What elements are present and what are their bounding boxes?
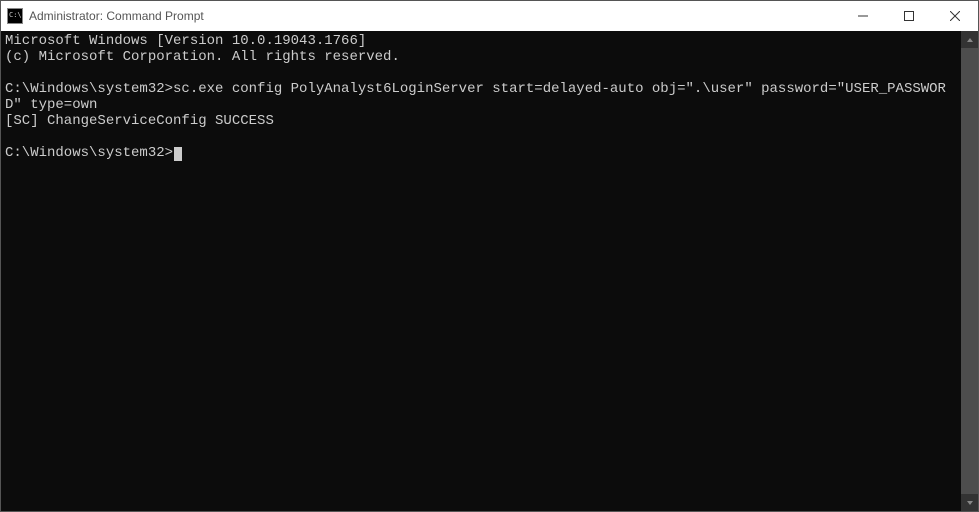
window-controls <box>840 1 978 31</box>
console-output[interactable]: Microsoft Windows [Version 10.0.19043.17… <box>1 31 961 511</box>
command-result: [SC] ChangeServiceConfig SUCCESS <box>5 113 274 129</box>
prompt-path: C:\Windows\system32> <box>5 145 173 161</box>
banner-line: Microsoft Windows [Version 10.0.19043.17… <box>5 33 366 49</box>
console-area: Microsoft Windows [Version 10.0.19043.17… <box>1 31 978 511</box>
titlebar[interactable]: C:\ Administrator: Command Prompt <box>1 1 978 31</box>
banner-line: (c) Microsoft Corporation. All rights re… <box>5 49 400 65</box>
maximize-button[interactable] <box>886 1 932 31</box>
cursor <box>174 147 182 161</box>
vertical-scrollbar[interactable] <box>961 31 978 511</box>
command-prompt-window: C:\ Administrator: Command Prompt Micros… <box>0 0 979 512</box>
scrollbar-track[interactable] <box>961 48 978 494</box>
scroll-down-button[interactable] <box>961 494 978 511</box>
scroll-up-button[interactable] <box>961 31 978 48</box>
cmd-icon: C:\ <box>7 8 23 24</box>
close-button[interactable] <box>932 1 978 31</box>
scrollbar-thumb[interactable] <box>961 48 978 494</box>
prompt-path: C:\Windows\system32> <box>5 81 173 97</box>
svg-text:C:\: C:\ <box>9 11 22 19</box>
window-title: Administrator: Command Prompt <box>29 9 204 23</box>
minimize-button[interactable] <box>840 1 886 31</box>
